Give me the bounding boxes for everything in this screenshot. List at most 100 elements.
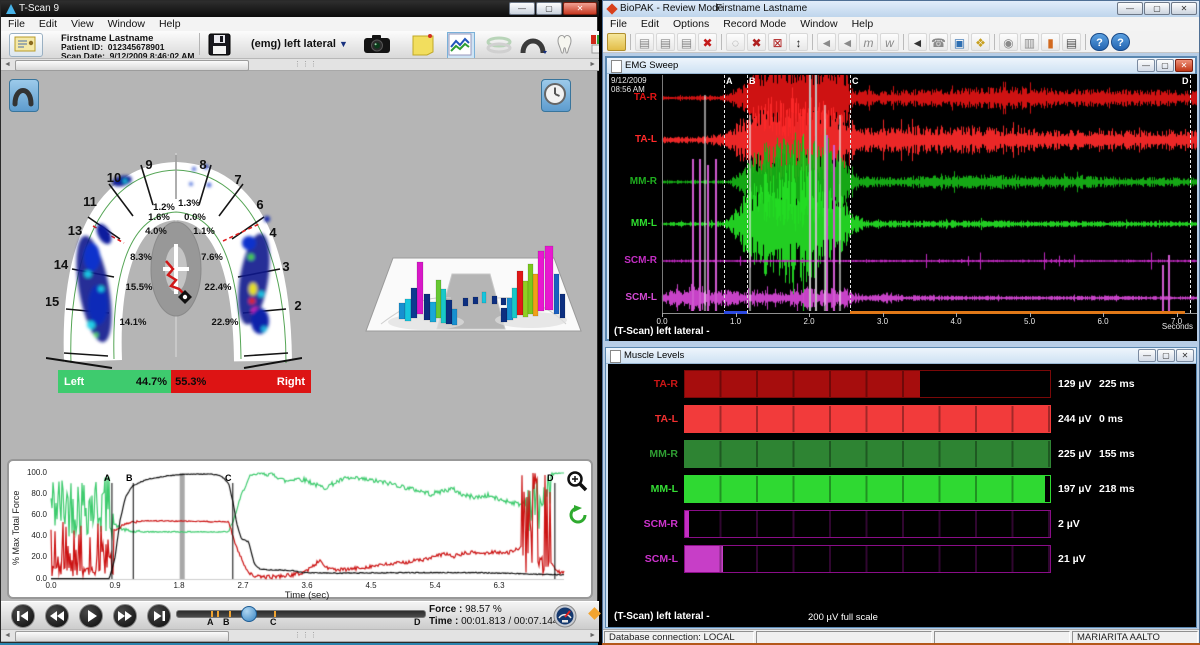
tscan-menu-window[interactable]: Window [101, 18, 152, 30]
play-button[interactable] [79, 604, 103, 628]
tooth-button[interactable] [553, 32, 577, 61]
sweep-marker-line[interactable] [724, 75, 726, 313]
occlusion-arch-map[interactable]: 98107116134143152 1.2%1.3%1.6%0.0%4.0%1.… [46, 139, 302, 371]
zoom-in-icon[interactable] [565, 469, 591, 495]
graph-marker-label: A [104, 473, 111, 483]
graph-view-button[interactable] [447, 32, 475, 59]
maximize-button[interactable]: ▢ [1157, 349, 1175, 362]
print-icon[interactable]: ▤ [1062, 33, 1081, 51]
close-button[interactable]: ✕ [1175, 59, 1193, 72]
scroll-right-arrow-icon[interactable]: ► [589, 60, 596, 70]
audio-left-icon[interactable]: ◄ [817, 33, 836, 51]
scroll-left-arrow-icon[interactable]: ◄ [4, 631, 11, 641]
tscan-titlebar[interactable]: T-Scan 9 — ▢ ✕ [1, 1, 599, 17]
maximize-button[interactable]: ▢ [1144, 2, 1170, 15]
tooth-number: 10 [107, 170, 121, 185]
biopak-menu-help[interactable]: Help [845, 18, 881, 30]
headset-icon[interactable]: ☎ [929, 33, 948, 51]
time-tick-label: 3.0 [871, 317, 895, 326]
minimize-button[interactable]: — [1117, 2, 1143, 15]
tscan-menu-view[interactable]: View [64, 18, 101, 30]
rewind-button[interactable] [45, 604, 69, 628]
scrollbar-thumb[interactable] [15, 631, 229, 642]
biopak-menu-options[interactable]: Options [666, 18, 716, 30]
scrollbar-grip[interactable]: ⋮⋮⋮ [294, 633, 308, 639]
about-icon[interactable]: ? [1111, 33, 1130, 51]
zoom-icon[interactable]: ◌ [726, 33, 745, 51]
slider-marker-label: A [207, 617, 214, 627]
minimize-button[interactable]: — [1138, 349, 1156, 362]
close-window-icon[interactable]: ✖ [747, 33, 766, 51]
force-time-plot[interactable] [9, 461, 595, 601]
emg-sweep-title: EMG Sweep [625, 60, 678, 71]
muscle-levels-titlebar[interactable]: Muscle Levels — ▢ ✕ [606, 348, 1196, 364]
scroll-right-arrow-icon[interactable]: ► [589, 631, 596, 641]
bottom-scrollbar[interactable]: ◄ ⋮⋮⋮ ► [1, 629, 599, 642]
gauge-icon[interactable] [553, 604, 577, 628]
speaker-icon[interactable]: ◄ [908, 33, 927, 51]
scrollbar-grip[interactable]: ⋮⋮⋮ [294, 62, 308, 68]
biopak-menu-record-mode[interactable]: Record Mode [716, 18, 793, 30]
maximize-button[interactable]: ▢ [1156, 59, 1174, 72]
monitor-icon[interactable]: ▣ [950, 33, 969, 51]
notes-button[interactable] [411, 33, 435, 61]
maximize-button[interactable]: ▢ [536, 2, 562, 15]
sweep-marker-line[interactable] [747, 75, 749, 313]
skip-start-button[interactable] [11, 604, 35, 628]
emg-m-icon[interactable]: m [859, 33, 878, 51]
biopak-menu-file[interactable]: File [603, 18, 634, 30]
export-add-icon[interactable]: ▤ [677, 33, 696, 51]
clipped-tool-button[interactable] [589, 33, 599, 55]
tscan-menu-file[interactable]: File [1, 18, 32, 30]
close-button[interactable]: ✕ [1176, 349, 1194, 362]
fast-forward-button[interactable] [113, 604, 137, 628]
emg-w-icon[interactable]: w [880, 33, 899, 51]
audio-right-icon[interactable]: ◄ [838, 33, 857, 51]
toolbar-separator [812, 34, 813, 50]
biopak-titlebar[interactable]: BioPAK - Review Mode Firstname Lastname … [603, 1, 1199, 18]
patient-card-button[interactable] [9, 33, 43, 57]
tscan-menu-help[interactable]: Help [152, 18, 188, 30]
close-all-icon[interactable]: ⊠ [768, 33, 787, 51]
tscan-window: T-Scan 9 — ▢ ✕ FileEditViewWindowHelp Fi… [0, 0, 598, 643]
arch-view-button[interactable] [9, 79, 39, 112]
sweep-marker-line[interactable] [850, 75, 852, 313]
close-button[interactable]: ✕ [563, 2, 597, 15]
emg-sweep-titlebar[interactable]: EMG Sweep — ▢ ✕ [607, 58, 1195, 74]
camera-icon[interactable]: ◉ [999, 33, 1018, 51]
vertical-scale-icon[interactable]: ↕ [789, 33, 808, 51]
muscle-level-bar [684, 440, 1051, 468]
scroll-left-arrow-icon[interactable]: ◄ [4, 60, 11, 70]
close-button[interactable]: ✕ [1171, 2, 1197, 15]
refresh-icon[interactable] [566, 503, 590, 527]
timer-button[interactable] [541, 79, 571, 112]
markers-icon[interactable]: ❖ [971, 33, 990, 51]
view-selector-dropdown[interactable]: (emg) left lateral ▼ [251, 38, 348, 50]
help-icon[interactable]: ? [1090, 33, 1109, 51]
notes-icon[interactable]: ▮ [1041, 33, 1060, 51]
top-scrollbar[interactable]: ◄ ⋮⋮⋮ ► [1, 58, 599, 71]
arch-2d-button[interactable] [519, 33, 547, 60]
export-report-icon[interactable]: ▤ [635, 33, 654, 51]
scrollbar-thumb[interactable] [15, 60, 249, 71]
open-icon[interactable] [607, 33, 626, 51]
muscle-level-fill [685, 511, 689, 537]
biopak-menu-window[interactable]: Window [793, 18, 844, 30]
biopak-menu-edit[interactable]: Edit [634, 18, 666, 30]
arch-3d-button[interactable] [486, 34, 512, 59]
delete-icon[interactable]: ✖ [698, 33, 717, 51]
force-3d-view[interactable] [351, 206, 596, 341]
tscan-menu-edit[interactable]: Edit [32, 18, 64, 30]
skip-end-button[interactable] [147, 604, 171, 628]
timeline-thumb[interactable] [241, 606, 257, 622]
tooth-number: 4 [269, 225, 277, 240]
export-data-icon[interactable]: ▤ [656, 33, 675, 51]
sweep-marker-line[interactable] [1190, 75, 1192, 313]
minimize-button[interactable]: — [509, 2, 535, 15]
copy-icon[interactable]: ▥ [1020, 33, 1039, 51]
snapshot-button[interactable] [363, 33, 391, 60]
minimize-button[interactable]: — [1137, 59, 1155, 72]
channel-label-mm-l: MM-L [613, 218, 657, 229]
emg-sweep-plot[interactable]: 9/12/200908:56 AM TA-RTA-LMM-RMM-LSCM-RS… [609, 74, 1197, 341]
panel-expand-marker[interactable] [588, 607, 601, 620]
